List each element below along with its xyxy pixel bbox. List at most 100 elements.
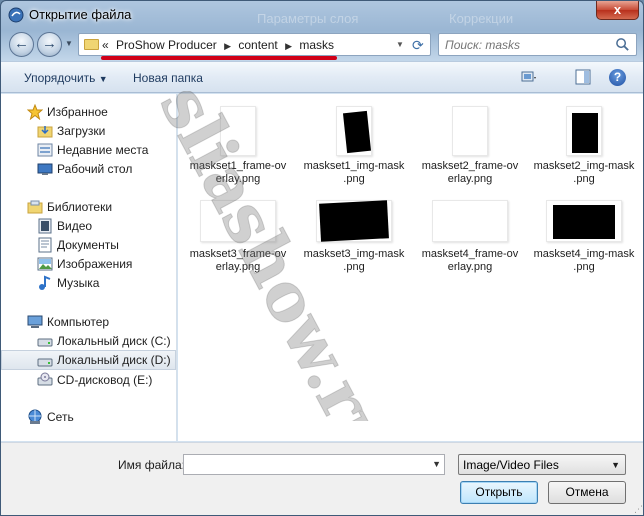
- folder-icon: [84, 39, 99, 50]
- file-item[interactable]: maskset3_frame-ov erlay.png: [182, 188, 294, 278]
- sidebar-item-label: Избранное: [47, 105, 108, 119]
- computer-icon: [27, 315, 43, 328]
- file-thumbnail: [430, 194, 510, 244]
- breadcrumb-overflow[interactable]: «: [102, 38, 109, 52]
- address-bar[interactable]: « ProShow Producer ▶ content ▶ masks ▼ ⟳: [78, 33, 431, 60]
- sidebar-item-label: Локальный диск (D:): [57, 353, 171, 367]
- sidebar-item-pictures[interactable]: Изображения: [1, 254, 176, 274]
- filename-combobox[interactable]: ▼: [183, 454, 445, 475]
- sidebar-item-label: Музыка: [57, 276, 100, 290]
- back-button[interactable]: ←: [9, 32, 34, 57]
- sidebar-item-documents[interactable]: Документы: [1, 235, 176, 255]
- sidebar-item-label: Рабочий стол: [57, 162, 133, 176]
- filename-label: Имя файла:: [118, 458, 185, 472]
- music-library-icon: [39, 275, 51, 290]
- sidebar-item-drive-c[interactable]: Локальный диск (C:): [1, 331, 176, 351]
- close-button[interactable]: x: [596, 1, 639, 20]
- file-name: maskset2_frame-ov erlay.png: [421, 160, 519, 185]
- navigation-pane: Избранное Загрузки Недавние места Рабочи…: [1, 94, 177, 441]
- documents-library-icon: [38, 237, 52, 253]
- file-thumbnail: [544, 194, 624, 244]
- sidebar-item-music[interactable]: Музыка: [1, 273, 176, 293]
- sidebar-item-label: Загрузки: [57, 124, 106, 138]
- command-toolbar: Упорядочить ▼ Новая папка ?: [1, 61, 643, 93]
- file-type-select[interactable]: Image/Video Files ▼: [458, 454, 626, 475]
- libraries-icon: [27, 200, 43, 214]
- red-underline-annotation: [101, 56, 337, 60]
- file-item[interactable]: maskset4_img-mask .png: [528, 188, 640, 278]
- file-thumbnail: [314, 106, 394, 156]
- file-item[interactable]: maskset1_frame-ov erlay.png: [182, 100, 294, 190]
- filename-input[interactable]: [184, 455, 429, 474]
- window-title: Открытие файла: [29, 7, 132, 22]
- sidebar-item-libraries[interactable]: Библиотеки: [1, 197, 176, 217]
- sidebar-item-label: CD-дисковод (E:): [57, 373, 153, 387]
- help-icon[interactable]: ?: [609, 69, 626, 86]
- organize-menu-button[interactable]: Упорядочить ▼: [24, 71, 108, 85]
- breadcrumb-masks[interactable]: masks: [299, 38, 334, 52]
- background-ghost-label: Коррекции: [449, 11, 514, 26]
- file-item[interactable]: maskset3_img-mask .png: [298, 188, 410, 278]
- back-arrow-icon: ←: [14, 35, 29, 52]
- file-name: maskset3_frame-ov erlay.png: [189, 248, 287, 273]
- navigation-bar: ← → ▼ « ProShow Producer ▶ content ▶ mas…: [1, 30, 643, 60]
- file-item[interactable]: maskset1_img-mask .png: [298, 100, 410, 190]
- view-options-icon[interactable]: [520, 69, 538, 85]
- sidebar-item-label: Сеть: [47, 410, 74, 424]
- resize-grip-icon[interactable]: ⋰: [634, 504, 643, 515]
- recent-pages-dropdown-icon[interactable]: ▼: [65, 39, 73, 48]
- sidebar-item-downloads[interactable]: Загрузки: [1, 121, 176, 141]
- file-thumbnail: [198, 106, 278, 156]
- breadcrumb-separator-icon[interactable]: ▶: [285, 41, 292, 51]
- open-file-dialog: Открытие файла Параметры слоя Коррекции …: [0, 0, 644, 516]
- search-input[interactable]: [439, 34, 609, 55]
- sidebar-item-label: Компьютер: [47, 315, 110, 329]
- breadcrumb-proshow-producer[interactable]: ProShow Producer: [116, 38, 217, 52]
- file-name: maskset4_img-mask .png: [533, 248, 635, 273]
- sidebar-item-drive-d[interactable]: Локальный диск (D:): [1, 350, 176, 370]
- file-item[interactable]: maskset2_img-mask .png: [528, 100, 640, 190]
- cancel-button[interactable]: Отмена: [548, 481, 626, 504]
- sidebar-item-video[interactable]: Видео: [1, 216, 176, 236]
- refresh-icon[interactable]: ⟳: [412, 37, 424, 54]
- file-name: maskset1_img-mask .png: [303, 160, 405, 185]
- breadcrumb-separator-icon[interactable]: ▶: [224, 41, 231, 51]
- sidebar-item-label: Документы: [57, 238, 119, 252]
- close-icon: x: [613, 2, 622, 17]
- title-bar[interactable]: Открытие файла Параметры слоя Коррекции …: [1, 1, 643, 29]
- sidebar-item-network[interactable]: Сеть: [1, 407, 176, 427]
- chevron-down-icon: ▼: [611, 460, 620, 470]
- network-icon: [28, 409, 42, 424]
- sidebar-item-recent-places[interactable]: Недавние места: [1, 140, 176, 160]
- file-item[interactable]: maskset4_frame-ov erlay.png: [414, 188, 526, 278]
- sidebar-item-label: Библиотеки: [47, 200, 113, 214]
- chevron-down-icon[interactable]: ▼: [432, 459, 441, 469]
- sidebar-item-cd-drive[interactable]: CD-дисковод (E:): [1, 370, 176, 390]
- file-type-value: Image/Video Files: [463, 458, 559, 472]
- file-name: maskset4_frame-ov erlay.png: [421, 248, 519, 273]
- breadcrumb-content[interactable]: content: [238, 38, 277, 52]
- open-button[interactable]: Открыть: [460, 481, 538, 504]
- organize-label: Упорядочить: [24, 71, 96, 85]
- preview-pane-icon[interactable]: [574, 69, 592, 85]
- sidebar-item-desktop[interactable]: Рабочий стол: [1, 159, 176, 179]
- forward-button[interactable]: →: [37, 32, 62, 57]
- search-box[interactable]: [438, 33, 637, 56]
- background-ghost-label: Параметры слоя: [257, 11, 359, 26]
- recent-places-icon: [37, 143, 53, 157]
- new-folder-button[interactable]: Новая папка: [133, 71, 203, 85]
- sidebar-item-label: Локальный диск (C:): [57, 334, 171, 348]
- video-library-icon: [38, 218, 52, 234]
- sidebar-item-label: Изображения: [57, 257, 133, 271]
- file-thumbnail: [544, 106, 624, 156]
- sidebar-item-computer[interactable]: Компьютер: [1, 312, 176, 332]
- file-item[interactable]: maskset2_frame-ov erlay.png: [414, 100, 526, 190]
- dialog-footer: Имя файла: ▼ Image/Video Files ▼ Открыть…: [1, 442, 643, 515]
- drive-icon: [37, 358, 53, 367]
- chevron-down-icon: ▼: [98, 74, 108, 84]
- cd-drive-icon: [37, 372, 53, 386]
- address-dropdown-icon[interactable]: ▼: [396, 40, 404, 49]
- drive-icon: [37, 338, 53, 347]
- sidebar-item-label: Видео: [57, 219, 93, 233]
- sidebar-item-favorites[interactable]: Избранное: [1, 102, 176, 122]
